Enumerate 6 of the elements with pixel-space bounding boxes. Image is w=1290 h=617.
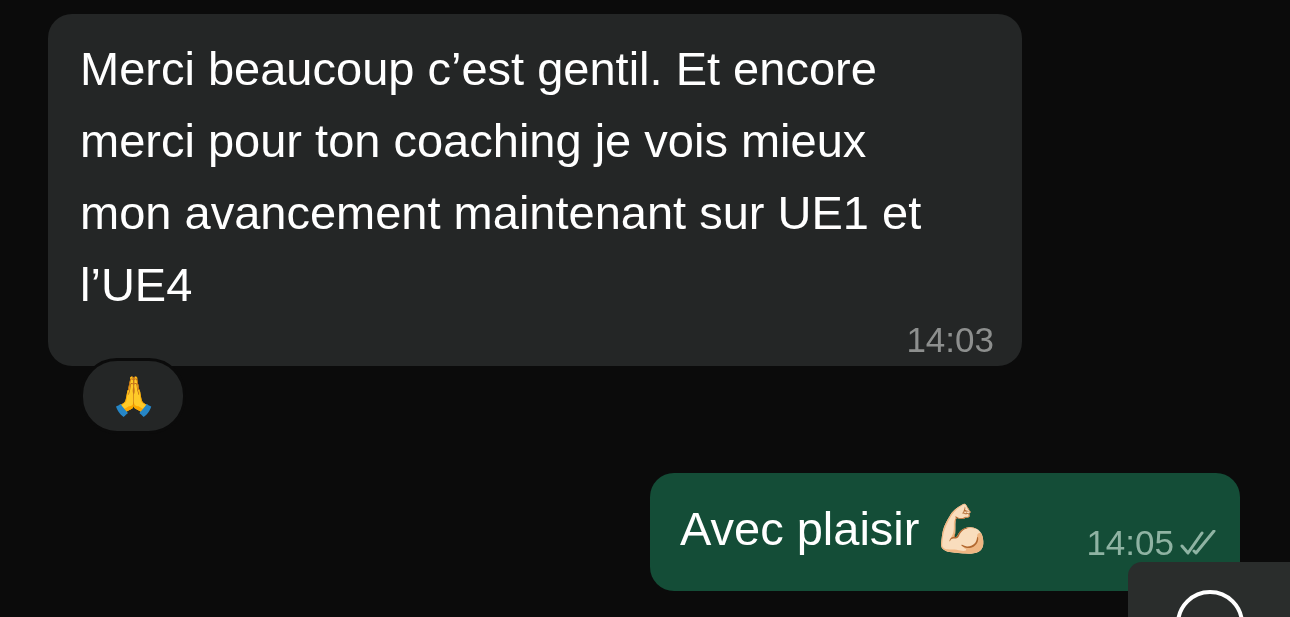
message-text: Avec plaisir 💪🏻 (680, 501, 992, 557)
message-text: Merci beaucoup c’est gentil. Et encore merci pour ton coaching je vois mieux mon avancement maintenant sur UE1 et l’UE4 (80, 41, 923, 313)
message-time: 14:03 (906, 322, 994, 358)
message-time: 14:05 (1086, 525, 1174, 561)
scroll-down-icon[interactable] (1174, 588, 1246, 617)
reaction-emoji[interactable]: 🙏 (80, 358, 186, 434)
